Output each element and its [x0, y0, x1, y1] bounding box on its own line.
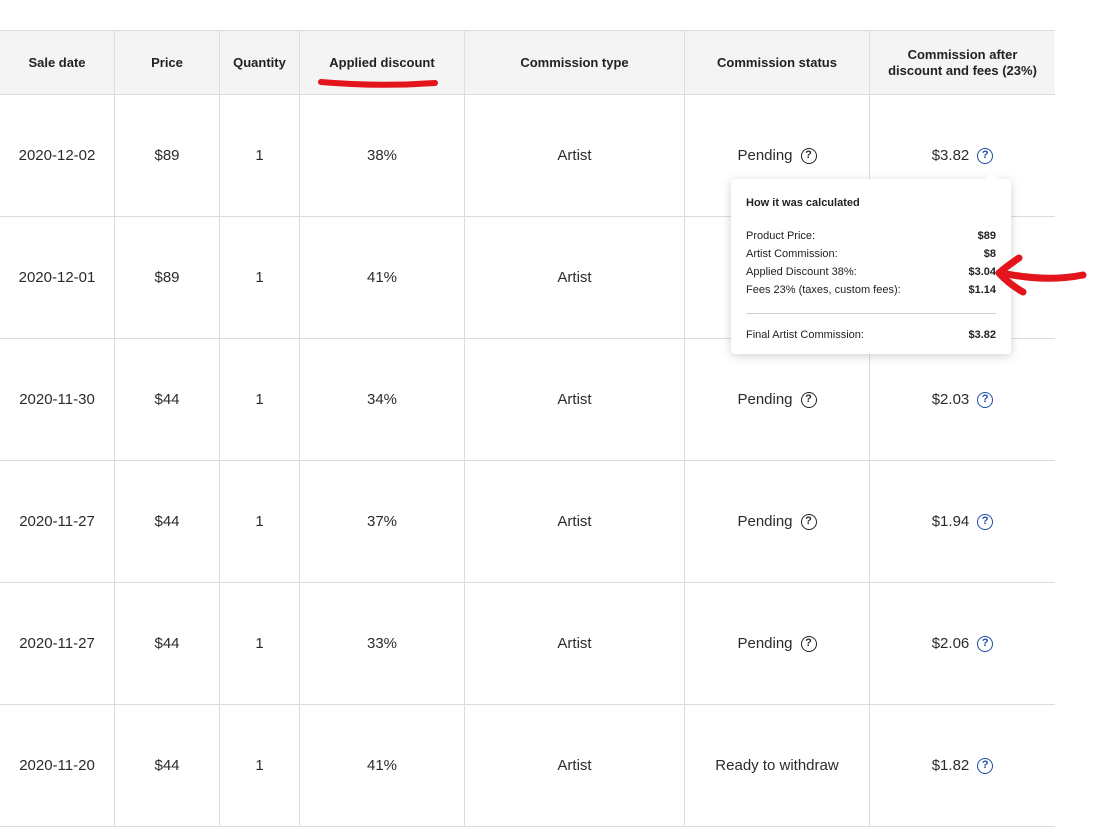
price-cell: $44: [115, 461, 220, 582]
status-help-icon[interactable]: ?: [800, 635, 817, 652]
sale-date-cell: 2020-11-27: [0, 583, 115, 704]
status-help-icon[interactable]: ?: [800, 391, 817, 408]
header-quantity[interactable]: Quantity: [220, 31, 300, 94]
commission-cell: $2.06 ?: [870, 583, 1055, 704]
tooltip-label: Product Price:: [746, 230, 816, 242]
tooltip-line: Artist Commission: $8: [746, 245, 996, 263]
sale-date-cell: 2020-11-20: [0, 705, 115, 826]
sale-date-cell: 2020-12-01: [0, 217, 115, 338]
status-text: Pending: [737, 513, 793, 530]
tooltip-line: Applied Discount 38%: $3.04: [746, 263, 996, 281]
header-applied-discount[interactable]: Applied discount: [300, 31, 465, 94]
header-commission-status[interactable]: Commission status: [685, 31, 870, 94]
sale-date-cell: 2020-12-02: [0, 95, 115, 216]
price-cell: $44: [115, 583, 220, 704]
status-text: Pending: [737, 391, 793, 408]
commission-value: $1.82: [931, 757, 970, 774]
commission-help-icon[interactable]: ?: [977, 757, 994, 774]
commission-type-cell: Artist: [465, 583, 685, 704]
status-text: Ready to withdraw: [715, 757, 839, 774]
discount-cell: 38%: [300, 95, 465, 216]
commission-type-cell: Artist: [465, 339, 685, 460]
tooltip-label: Applied Discount 38%:: [746, 266, 857, 278]
commission-value: $2.03: [931, 391, 970, 408]
commission-help-icon[interactable]: ?: [977, 391, 994, 408]
discount-cell: 33%: [300, 583, 465, 704]
header-commission-after[interactable]: Commission after discount and fees (23%): [870, 31, 1055, 94]
tooltip-title: How it was calculated: [746, 197, 860, 209]
header-sale-date[interactable]: Sale date: [0, 31, 115, 94]
quantity-cell: 1: [220, 583, 300, 704]
tooltip-divider: [746, 313, 996, 314]
tooltip-value: $8: [983, 248, 996, 260]
tooltip-value: $3.04: [968, 266, 996, 278]
commission-type-cell: Artist: [465, 705, 685, 826]
quantity-cell: 1: [220, 217, 300, 338]
tooltip-label: Fees 23% (taxes, custom fees):: [746, 284, 901, 296]
quantity-cell: 1: [220, 339, 300, 460]
discount-cell: 37%: [300, 461, 465, 582]
table-row: 2020-11-30 $44 1 34% Artist Pending ? $2…: [0, 339, 1055, 461]
commission-type-cell: Artist: [465, 95, 685, 216]
quantity-cell: 1: [220, 705, 300, 826]
commission-help-icon[interactable]: ?: [977, 147, 994, 164]
commission-cell: $1.94 ?: [870, 461, 1055, 582]
quantity-cell: 1: [220, 461, 300, 582]
price-cell: $89: [115, 95, 220, 216]
tooltip-label: Artist Commission:: [746, 248, 838, 260]
sales-table: Sale date Price Quantity Applied discoun…: [0, 30, 1055, 827]
commission-cell: $2.03 ?: [870, 339, 1055, 460]
table-row: 2020-11-27 $44 1 33% Artist Pending ? $2…: [0, 583, 1055, 705]
price-cell: $44: [115, 705, 220, 826]
status-text: Pending: [737, 147, 793, 164]
quantity-cell: 1: [220, 95, 300, 216]
commission-help-icon[interactable]: ?: [977, 513, 994, 530]
commission-type-cell: Artist: [465, 461, 685, 582]
commission-value: $3.82: [931, 147, 970, 164]
commission-value: $1.94: [931, 513, 970, 530]
status-cell: Pending ?: [685, 461, 870, 582]
status-help-icon[interactable]: ?: [800, 513, 817, 530]
status-cell: Ready to withdraw: [685, 705, 870, 826]
tooltip-final-line: Final Artist Commission: $3.82: [746, 326, 996, 344]
table-header: Sale date Price Quantity Applied discoun…: [0, 31, 1055, 95]
status-help-icon[interactable]: ?: [800, 147, 817, 164]
tooltip-line: Fees 23% (taxes, custom fees): $1.14: [746, 281, 996, 299]
calculation-tooltip: How it was calculated Product Price: $89…: [731, 172, 1011, 354]
discount-cell: 41%: [300, 705, 465, 826]
tooltip-final-value: $3.82: [968, 329, 996, 341]
commission-help-icon[interactable]: ?: [977, 635, 994, 652]
sale-date-cell: 2020-11-27: [0, 461, 115, 582]
discount-cell: 41%: [300, 217, 465, 338]
price-cell: $44: [115, 339, 220, 460]
tooltip-line: Product Price: $89: [746, 227, 996, 245]
status-cell: Pending ?: [685, 339, 870, 460]
tooltip-final-label: Final Artist Commission:: [746, 329, 864, 341]
table-row: 2020-11-27 $44 1 37% Artist Pending ? $1…: [0, 461, 1055, 583]
sale-date-cell: 2020-11-30: [0, 339, 115, 460]
tooltip-value: $89: [977, 230, 996, 242]
header-price[interactable]: Price: [115, 31, 220, 94]
commission-value: $2.06: [931, 635, 970, 652]
status-cell: Pending ?: [685, 583, 870, 704]
commission-cell: $1.82 ?: [870, 705, 1055, 826]
header-commission-type[interactable]: Commission type: [465, 31, 685, 94]
commission-type-cell: Artist: [465, 217, 685, 338]
discount-cell: 34%: [300, 339, 465, 460]
status-text: Pending: [737, 635, 793, 652]
table-row: 2020-11-20 $44 1 41% Artist Ready to wit…: [0, 705, 1055, 827]
price-cell: $89: [115, 217, 220, 338]
tooltip-value: $1.14: [968, 284, 996, 296]
